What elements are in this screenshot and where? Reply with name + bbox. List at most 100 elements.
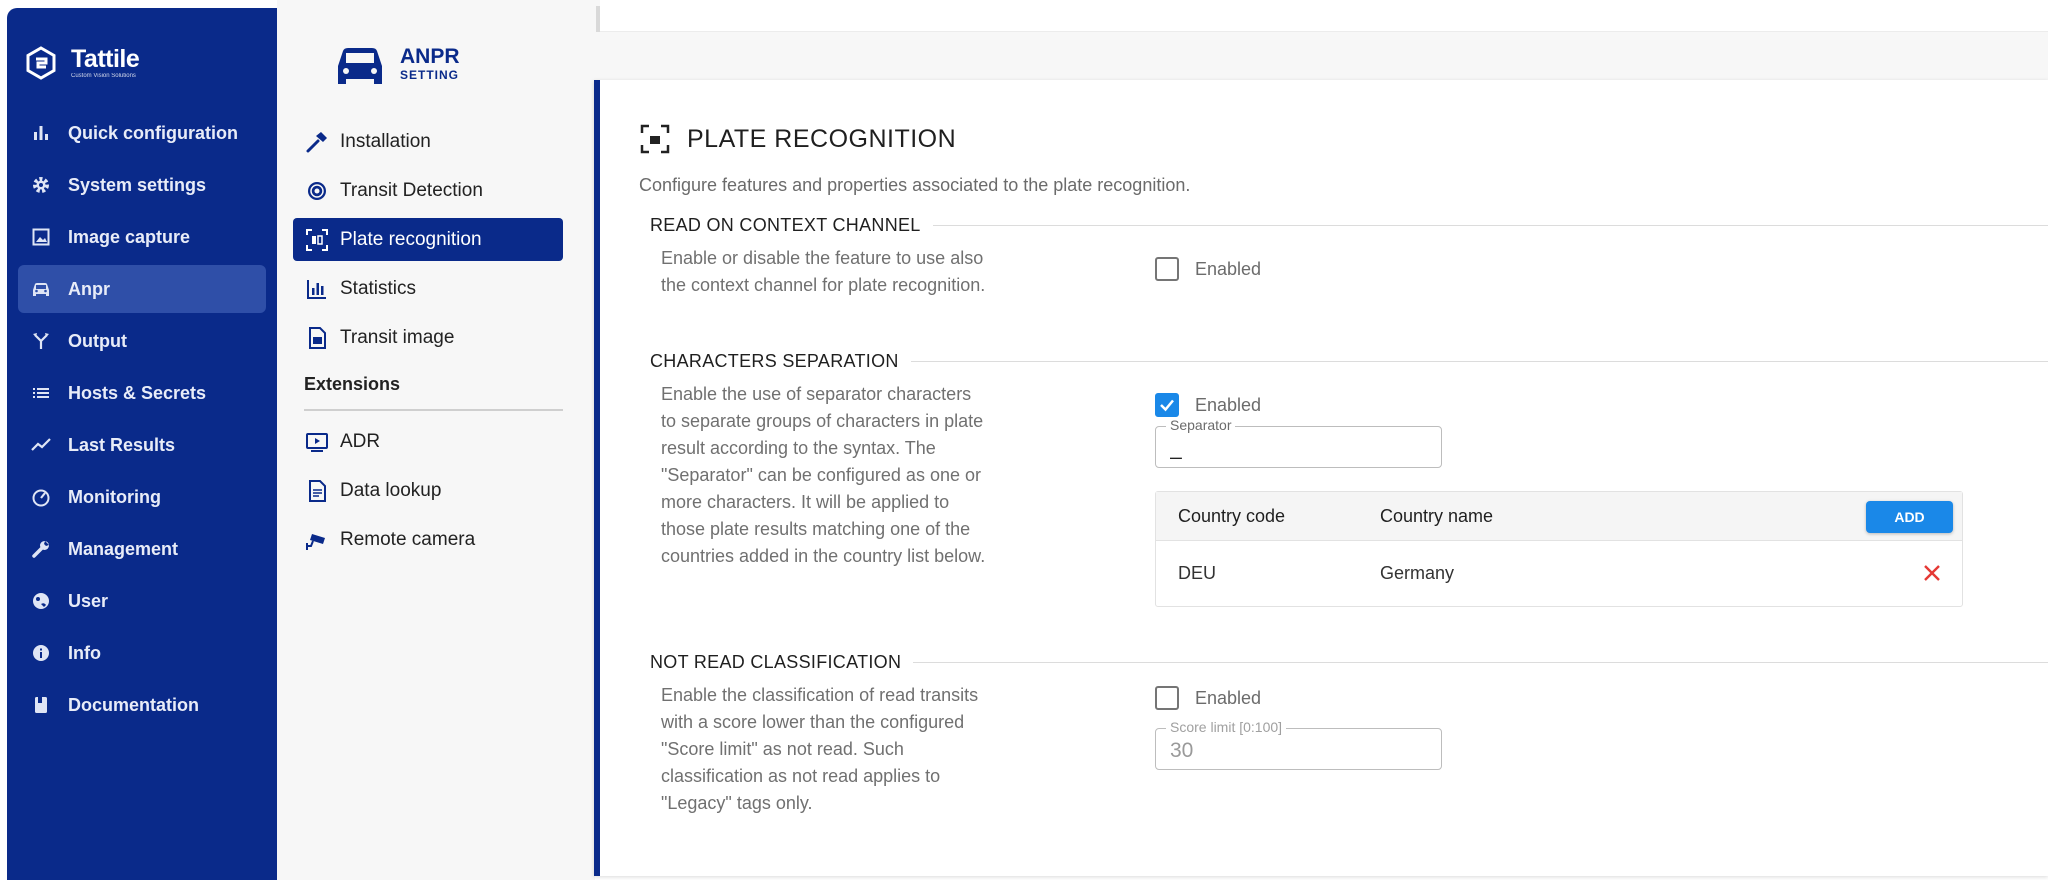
checkbox-box[interactable]	[1155, 686, 1179, 710]
scroll-divider	[596, 6, 600, 32]
submenu-item-installation[interactable]: Installation	[293, 120, 563, 163]
submenu-item-transit-detection[interactable]: Transit Detection	[293, 169, 563, 212]
submenu-item-label: Transit image	[340, 326, 455, 348]
section-description: Enable the classification of read transi…	[661, 685, 979, 813]
section-title: CHARACTERS SEPARATION	[650, 351, 899, 371]
submenu-item-label: Transit Detection	[340, 179, 483, 201]
sidebar-item-label: Last Results	[68, 434, 176, 455]
score-limit-input[interactable]	[1170, 739, 1420, 763]
checkbox-box[interactable]	[1155, 393, 1179, 417]
submenu-header: ANPR SETTING	[334, 40, 460, 88]
panel-description: Configure features and properties associ…	[639, 175, 1191, 195]
checkbox-label: Enabled	[1195, 394, 1262, 415]
context-enabled-checkbox[interactable]: Enabled	[1155, 257, 1261, 281]
section-divider	[913, 662, 2048, 663]
checkbox-box[interactable]	[1155, 257, 1179, 281]
bar-chart-icon	[34, 126, 48, 140]
checkbox-label: Enabled	[1195, 687, 1262, 708]
plate-scan-icon	[640, 124, 670, 154]
brand-tagline: Custom Vision Solutions	[71, 73, 136, 79]
add-country-button[interactable]: ADD	[1866, 501, 1953, 533]
statistics-icon	[307, 279, 326, 299]
main-sidebar: Tattile Custom Vision Solutions Quick co…	[7, 8, 277, 880]
sidebar-item-info[interactable]: Info	[18, 629, 266, 677]
gear-icon	[33, 177, 49, 193]
score-limit-field[interactable]: Score limit [0:100]	[1155, 719, 1442, 770]
submenu-title: ANPR	[400, 45, 460, 68]
anpr-submenu: ANPR SETTING Installation Transit Detect…	[277, 0, 595, 880]
gauge-icon	[32, 489, 50, 507]
tattile-logo-icon	[26, 46, 56, 80]
extensions-list: ADR Data lookup Remote camera	[293, 420, 563, 567]
separator-field[interactable]: Separator	[1155, 417, 1442, 468]
section-title: NOT READ CLASSIFICATION	[650, 652, 902, 672]
sidebar-item-quick-configuration[interactable]: Quick configuration	[18, 109, 266, 157]
submenu-subtitle: SETTING	[400, 68, 460, 82]
brand-name: Tattile	[71, 45, 140, 73]
sidebar-item-monitoring[interactable]: Monitoring	[18, 473, 266, 521]
hammer-icon	[306, 131, 327, 152]
submenu-item-label: ADR	[340, 430, 381, 452]
panel-title: PLATE RECOGNITION	[687, 124, 957, 153]
submenu-item-statistics[interactable]: Statistics	[293, 267, 563, 310]
sidebar-item-label: Quick configuration	[68, 122, 239, 143]
submenu-item-transit-image[interactable]: Transit image	[293, 316, 563, 359]
sidebar-item-label: Management	[68, 538, 179, 559]
submenu-item-label: Statistics	[340, 277, 417, 299]
sidebar-item-label: Anpr	[68, 278, 110, 299]
field-label: Separator	[1166, 417, 1236, 433]
sidebar-item-label: Documentation	[68, 694, 200, 715]
separation-enabled-checkbox[interactable]: Enabled	[1155, 393, 1261, 417]
car-icon	[338, 48, 382, 84]
sidebar-item-user[interactable]: User	[18, 577, 266, 625]
section-divider	[910, 361, 2048, 362]
sidebar-item-anpr[interactable]: Anpr	[18, 265, 266, 313]
extensions-heading: Extensions	[304, 374, 563, 411]
sidebar-item-label: Image capture	[68, 226, 191, 247]
document-icon	[309, 326, 326, 349]
field-label: Score limit [0:100]	[1166, 719, 1287, 735]
delete-row-icon[interactable]	[1920, 561, 1944, 585]
fork-icon	[33, 333, 49, 349]
submenu-item-adr[interactable]: ADR	[293, 420, 563, 463]
cell-country-code: DEU	[1178, 563, 1217, 583]
video-icon	[306, 432, 328, 452]
sidebar-item-system-settings[interactable]: System settings	[18, 161, 266, 209]
image-icon	[32, 228, 50, 246]
section-not-read-classification: NOT READ CLASSIFICATION Enable the class…	[650, 652, 2048, 813]
cell-country-name: Germany	[1380, 563, 1455, 583]
check-icon	[1160, 399, 1174, 412]
plate-recognition-panel: PLATE RECOGNITION Configure features and…	[594, 80, 2048, 876]
not-read-enabled-checkbox[interactable]: Enabled	[1155, 686, 1261, 710]
sidebar-item-label: System settings	[68, 174, 207, 195]
sidebar-item-image-capture[interactable]: Image capture	[18, 213, 266, 261]
brand-logo[interactable]: Tattile Custom Vision Solutions	[24, 45, 140, 80]
country-table: Country code Country name ADD DEU German…	[1155, 491, 1963, 607]
sidebar-item-label: Hosts & Secrets	[68, 382, 207, 403]
separator-input[interactable]	[1170, 437, 1420, 461]
sidebar-item-documentation[interactable]: Documentation	[18, 681, 266, 729]
trend-icon	[31, 438, 51, 451]
target-icon	[308, 181, 326, 200]
sidebar-item-label: Info	[68, 642, 101, 663]
submenu-item-plate-recognition[interactable]: Plate recognition	[293, 218, 563, 261]
submenu-item-label: Remote camera	[340, 528, 476, 550]
section-description: Enable or disable the feature to use als…	[661, 248, 986, 295]
sidebar-item-label: Output	[68, 330, 127, 351]
submenu-item-data-lookup[interactable]: Data lookup	[293, 469, 563, 512]
checkbox-label: Enabled	[1195, 258, 1262, 279]
submenu-item-label: Plate recognition	[340, 228, 482, 250]
section-characters-separation: CHARACTERS SEPARATION Enable the use of …	[650, 351, 2048, 607]
submenu-item-remote-camera[interactable]: Remote camera	[293, 518, 563, 561]
sidebar-nav: Quick configuration System settings Imag…	[18, 109, 266, 733]
sidebar-item-output[interactable]: Output	[18, 317, 266, 365]
top-card-edge	[600, 0, 2048, 32]
sidebar-item-label: User	[68, 590, 109, 611]
sidebar-item-management[interactable]: Management	[18, 525, 266, 573]
column-header-country-name: Country name	[1380, 505, 1494, 526]
sidebar-item-hosts-secrets[interactable]: Hosts & Secrets	[18, 369, 266, 417]
section-read-on-context-channel: READ ON CONTEXT CHANNEL Enable or disabl…	[650, 215, 2048, 295]
wrench-icon	[32, 541, 49, 558]
globe-user-icon	[33, 593, 49, 609]
sidebar-item-last-results[interactable]: Last Results	[18, 421, 266, 469]
